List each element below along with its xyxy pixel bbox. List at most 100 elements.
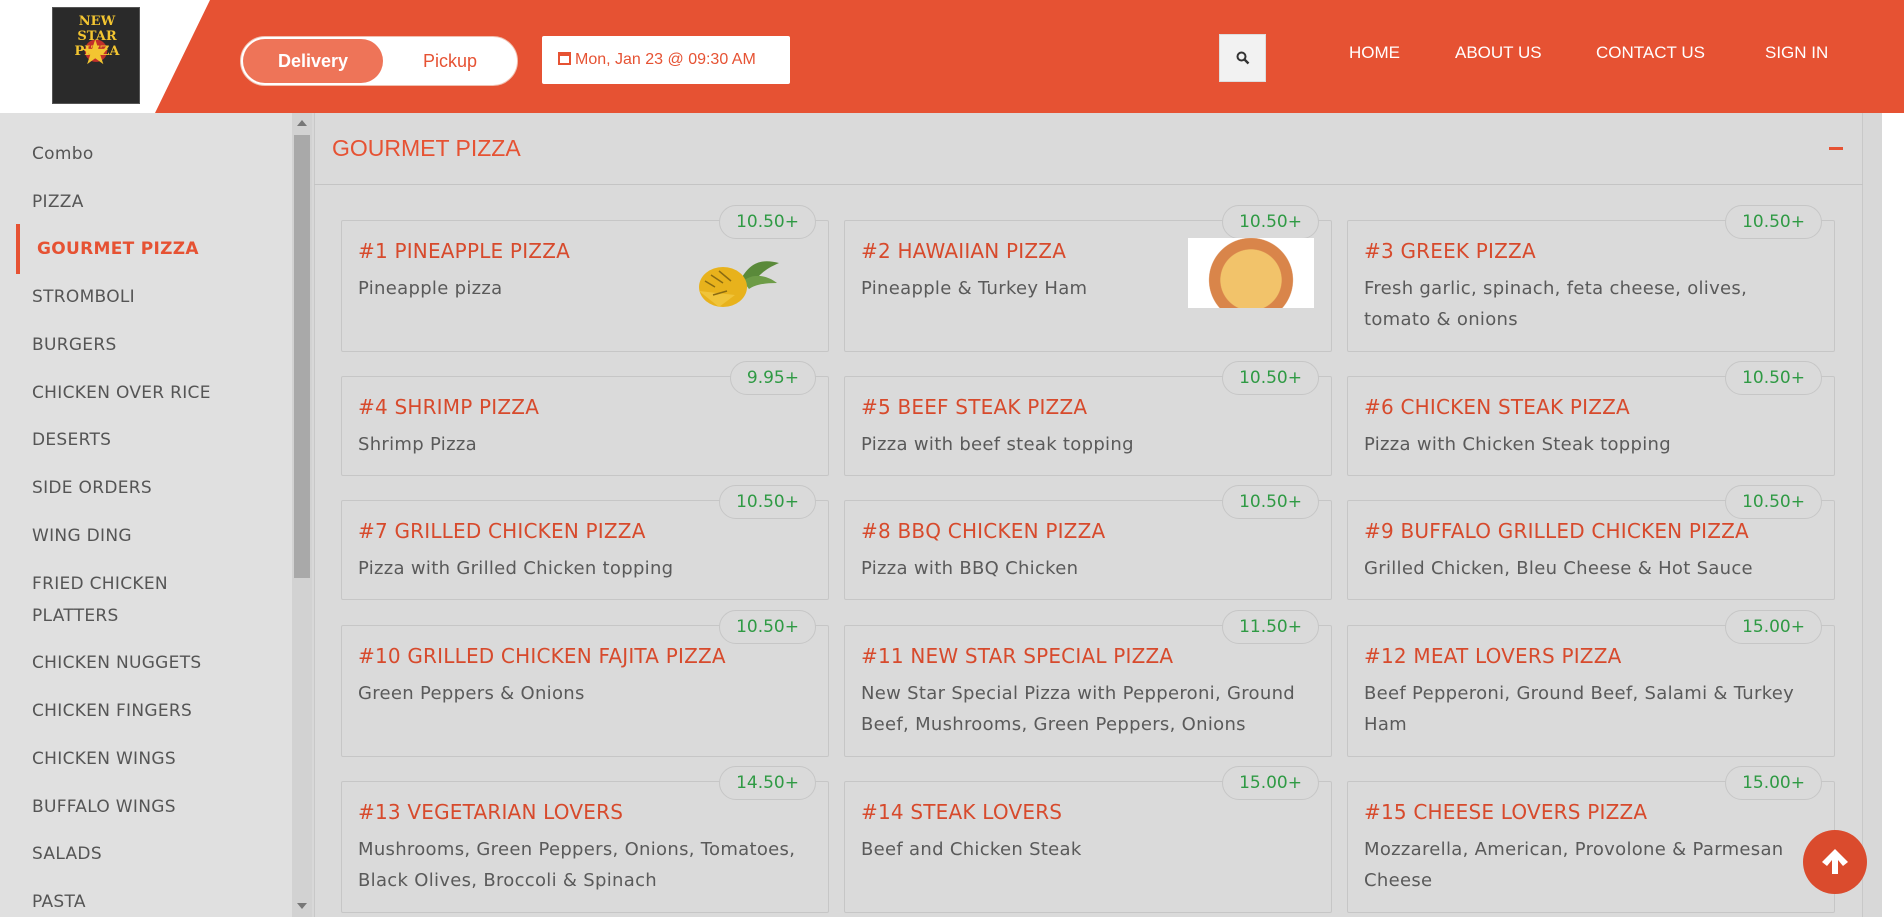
pickup-button[interactable]: Pickup bbox=[386, 39, 514, 83]
category-buffalo-wings[interactable]: BUFFALO WINGS bbox=[32, 791, 176, 823]
menu-item-card[interactable]: 10.50+ #7 GRILLED CHICKEN PIZZA Pizza wi… bbox=[341, 485, 829, 600]
price-badge: 11.50+ bbox=[1222, 610, 1319, 644]
price-badge: 10.50+ bbox=[1725, 361, 1822, 395]
menu-item-card[interactable]: 9.95+ #4 SHRIMP PIZZA Shrimp Pizza bbox=[341, 361, 829, 476]
category-combo[interactable]: Combo bbox=[32, 138, 94, 170]
item-description-line: Beef Pepperoni, Ground Beef, Salami & Tu… bbox=[1364, 683, 1795, 704]
page-margin bbox=[1882, 113, 1904, 917]
menu-item-card[interactable]: 10.50+ #2 HAWAIIAN PIZZA Pineapple & Tur… bbox=[844, 205, 1332, 352]
item-title: #5 BEEF STEAK PIZZA bbox=[861, 395, 1088, 419]
price-badge: 10.50+ bbox=[1725, 205, 1822, 239]
item-title: #8 BBQ CHICKEN PIZZA bbox=[861, 519, 1106, 543]
item-description: Shrimp Pizza bbox=[358, 434, 477, 455]
menu-item-card[interactable]: 14.50+ #13 VEGETARIAN LOVERS Mushrooms, … bbox=[341, 766, 829, 913]
item-title: #9 BUFFALO GRILLED CHICKEN PIZZA bbox=[1364, 519, 1749, 543]
item-description-line: Black Olives, Broccoli & Spinach bbox=[358, 870, 657, 891]
category-chicken-wings[interactable]: CHICKEN WINGS bbox=[32, 743, 176, 775]
item-description-line: Mushrooms, Green Peppers, Onions, Tomato… bbox=[358, 839, 796, 860]
scroll-up-icon[interactable] bbox=[297, 120, 307, 126]
sidebar-scrollbar-thumb[interactable] bbox=[294, 135, 310, 578]
price-badge: 10.50+ bbox=[719, 205, 816, 239]
search-icon bbox=[1236, 51, 1250, 65]
section-header[interactable]: GOURMET PIZZA bbox=[314, 113, 1863, 185]
item-description: Beef Pepperoni, Ground Beef, Salami & Tu… bbox=[1364, 678, 1794, 740]
calendar-icon bbox=[558, 52, 571, 65]
section-title: GOURMET PIZZA bbox=[332, 135, 521, 161]
item-title: #6 CHICKEN STEAK PIZZA bbox=[1364, 395, 1630, 419]
category-burgers[interactable]: BURGERS bbox=[32, 329, 117, 361]
item-title: #2 HAWAIIAN PIZZA bbox=[861, 239, 1067, 263]
category-sidebar: Combo PIZZA GOURMET PIZZA STROMBOLI BURG… bbox=[0, 113, 292, 917]
item-description-line: Cheese bbox=[1364, 870, 1433, 891]
nav-about-us[interactable]: ABOUT US bbox=[1455, 43, 1542, 63]
menu-item-card[interactable]: 10.50+ #10 GRILLED CHICKEN FAJITA PIZZA … bbox=[341, 610, 829, 757]
search-button[interactable] bbox=[1219, 34, 1266, 82]
top-header: NEW STAR PIZZA ★ Delivery Pickup Mon, Ja… bbox=[0, 0, 1904, 113]
menu-item-card[interactable]: 15.00+ #15 CHEESE LOVERS PIZZA Mozzarell… bbox=[1347, 766, 1835, 913]
category-wing-ding[interactable]: WING DING bbox=[32, 520, 132, 552]
item-title: #12 MEAT LOVERS PIZZA bbox=[1364, 644, 1622, 668]
price-badge: 9.95+ bbox=[729, 361, 816, 395]
scroll-to-top-button[interactable] bbox=[1803, 830, 1867, 894]
item-description: Pineapple pizza bbox=[358, 278, 503, 299]
item-description: Pizza with Chicken Steak topping bbox=[1364, 434, 1671, 455]
menu-item-card[interactable]: 10.50+ #1 PINEAPPLE PIZZA Pineapple pizz… bbox=[341, 205, 829, 352]
price-badge: 10.50+ bbox=[1222, 205, 1319, 239]
price-badge: 10.50+ bbox=[1725, 485, 1822, 519]
menu-item-card[interactable]: 15.00+ #14 STEAK LOVERS Beef and Chicken… bbox=[844, 766, 1332, 913]
item-title: #1 PINEAPPLE PIZZA bbox=[358, 239, 570, 263]
scroll-down-icon[interactable] bbox=[297, 903, 307, 909]
menu-item-card[interactable]: 10.50+ #5 BEEF STEAK PIZZA Pizza with be… bbox=[844, 361, 1332, 476]
item-description: Pizza with BBQ Chicken bbox=[861, 558, 1079, 579]
price-badge: 15.00+ bbox=[1725, 610, 1822, 644]
arrow-up-icon bbox=[1822, 849, 1848, 874]
item-description-line: tomato & onions bbox=[1364, 309, 1518, 330]
category-side-orders[interactable]: SIDE ORDERS bbox=[32, 472, 152, 504]
menu-item-card[interactable]: 11.50+ #11 NEW STAR SPECIAL PIZZA New St… bbox=[844, 610, 1332, 757]
category-chicken-nuggets[interactable]: CHICKEN NUGGETS bbox=[32, 647, 201, 679]
category-pasta[interactable]: PASTA bbox=[32, 886, 86, 917]
item-description: Pineapple & Turkey Ham bbox=[861, 278, 1088, 299]
item-description: Pizza with Grilled Chicken topping bbox=[358, 558, 674, 579]
category-salads[interactable]: SALADS bbox=[32, 838, 102, 870]
price-badge: 10.50+ bbox=[1222, 361, 1319, 395]
item-title: #10 GRILLED CHICKEN FAJITA PIZZA bbox=[358, 644, 726, 668]
price-badge: 15.00+ bbox=[1222, 766, 1319, 800]
active-category-indicator bbox=[16, 224, 20, 274]
logo-area: NEW STAR PIZZA ★ bbox=[0, 0, 210, 113]
item-description-line: Ham bbox=[1364, 714, 1407, 735]
item-title: #11 NEW STAR SPECIAL PIZZA bbox=[861, 644, 1174, 668]
item-title: #14 STEAK LOVERS bbox=[861, 800, 1063, 824]
price-badge: 14.50+ bbox=[719, 766, 816, 800]
category-gourmet-pizza[interactable]: GOURMET PIZZA bbox=[37, 233, 199, 265]
item-description: New Star Special Pizza with Pepperoni, G… bbox=[861, 678, 1295, 740]
item-description: Fresh garlic, spinach, feta cheese, oliv… bbox=[1364, 273, 1747, 335]
item-title: #15 CHEESE LOVERS PIZZA bbox=[1364, 800, 1648, 824]
category-chicken-over-rice[interactable]: CHICKEN OVER RICE bbox=[32, 377, 211, 409]
item-title: #3 GREEK PIZZA bbox=[1364, 239, 1536, 263]
collapse-icon[interactable] bbox=[1829, 147, 1843, 150]
price-badge: 10.50+ bbox=[719, 610, 816, 644]
menu-item-card[interactable]: 10.50+ #8 BBQ CHICKEN PIZZA Pizza with B… bbox=[844, 485, 1332, 600]
item-title: #7 GRILLED CHICKEN PIZZA bbox=[358, 519, 646, 543]
category-deserts[interactable]: DESERTS bbox=[32, 424, 111, 456]
pineapple-image bbox=[699, 261, 779, 307]
item-description: Grilled Chicken, Bleu Cheese & Hot Sauce bbox=[1364, 558, 1753, 579]
category-fried-chicken[interactable]: FRIED CHICKEN bbox=[32, 568, 168, 600]
category-platters[interactable]: PLATTERS bbox=[32, 600, 119, 632]
category-chicken-fingers[interactable]: CHICKEN FINGERS bbox=[32, 695, 192, 727]
nav-contact-us[interactable]: CONTACT US bbox=[1596, 43, 1705, 63]
category-pizza[interactable]: PIZZA bbox=[32, 186, 84, 218]
menu-item-card[interactable]: 10.50+ #3 GREEK PIZZA Fresh garlic, spin… bbox=[1347, 205, 1835, 352]
menu-item-card[interactable]: 10.50+ #6 CHICKEN STEAK PIZZA Pizza with… bbox=[1347, 361, 1835, 476]
menu-item-card[interactable]: 15.00+ #12 MEAT LOVERS PIZZA Beef Pepper… bbox=[1347, 610, 1835, 757]
nav-home[interactable]: HOME bbox=[1349, 43, 1400, 63]
category-stromboli[interactable]: STROMBOLI bbox=[32, 281, 135, 313]
order-datetime-label: Mon, Jan 23 @ 09:30 AM bbox=[575, 51, 756, 68]
menu-item-card[interactable]: 10.50+ #9 BUFFALO GRILLED CHICKEN PIZZA … bbox=[1347, 485, 1835, 600]
nav-sign-in[interactable]: SIGN IN bbox=[1765, 43, 1828, 63]
item-description: Pizza with beef steak topping bbox=[861, 434, 1134, 455]
restaurant-logo[interactable]: NEW STAR PIZZA ★ bbox=[52, 7, 140, 104]
delivery-button[interactable]: Delivery bbox=[243, 39, 383, 83]
order-datetime-button[interactable]: Mon, Jan 23 @ 09:30 AM bbox=[542, 36, 790, 84]
